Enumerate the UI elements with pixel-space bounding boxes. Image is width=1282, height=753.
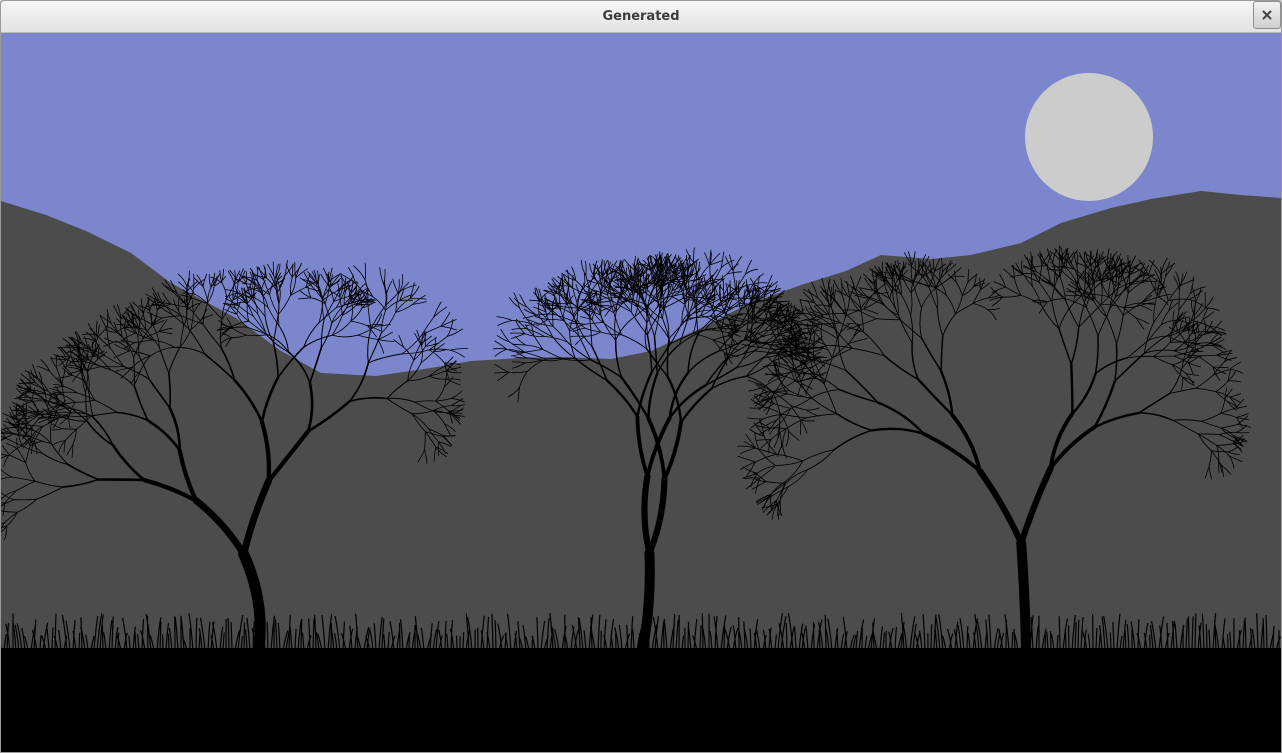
close-button[interactable] — [1253, 1, 1281, 29]
app-window: Generated — [0, 0, 1282, 753]
moon — [1025, 73, 1153, 201]
tree-branch — [1070, 363, 1074, 415]
night-landscape — [1, 33, 1281, 752]
tree-branch — [61, 428, 77, 430]
scene-canvas — [1, 33, 1281, 752]
window-title: Generated — [602, 9, 680, 24]
close-icon — [1262, 10, 1272, 20]
ground — [1, 648, 1281, 752]
tree-branch — [494, 372, 509, 374]
title-bar[interactable]: Generated — [1, 1, 1281, 33]
